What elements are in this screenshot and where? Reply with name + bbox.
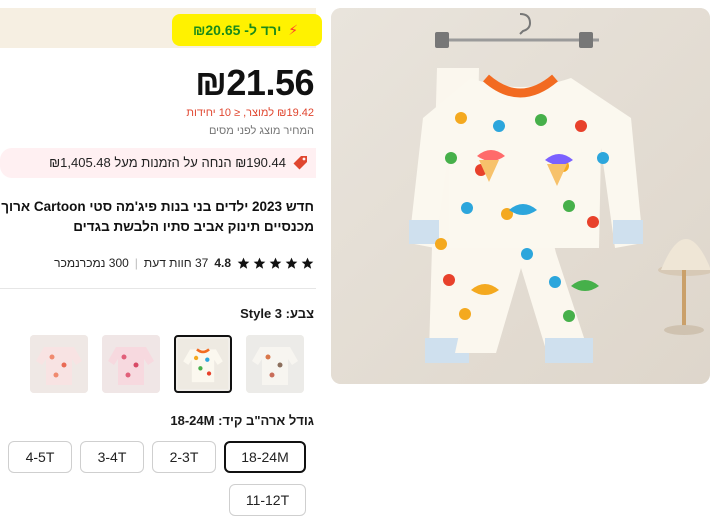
size-label: גודל ארה"ב קיד: 18-24M — [170, 413, 314, 428]
size-option[interactable]: 3-4T — [80, 441, 144, 473]
star-icon — [301, 257, 314, 269]
color-swatch[interactable] — [246, 335, 304, 393]
star-icon — [253, 257, 266, 269]
price-drop-label: ירד ל- ₪20.65 — [193, 22, 282, 38]
size-option-selected[interactable]: 18-24M — [224, 441, 306, 473]
tax-note: המחיר מוצג לפני מסים — [208, 125, 314, 137]
pajama-thumbnail — [102, 335, 160, 393]
lightning-icon: ⚡ — [288, 22, 299, 38]
size-label-text: גודל ארה"ב קיד: — [218, 413, 314, 428]
bulk-price-note: ₪19.42 למוצר, ≤ 10 יחידות — [186, 107, 314, 119]
rating-value: 4.8 — [214, 256, 231, 270]
star-icon — [269, 257, 282, 269]
color-swatch[interactable] — [30, 335, 88, 393]
color-swatches — [30, 335, 306, 395]
coupon-text: ₪190.44 הנחה על הזמנות מעל ₪1,405.48 — [49, 155, 286, 170]
size-option[interactable]: 2-3T — [152, 441, 216, 473]
pajama-set-photo — [331, 8, 710, 384]
tag-icon — [293, 156, 307, 170]
star-rating[interactable] — [237, 257, 314, 270]
divider — [0, 288, 316, 289]
product-info-panel: ירד ל- ₪20.65 ⚡ ₪21.56 ₪19.42 למוצר, ≤ 1… — [0, 0, 322, 520]
size-option[interactable]: 11-12T — [229, 484, 306, 516]
price-drop-text: ירד ל- ₪20.65 ⚡ — [193, 22, 298, 39]
product-title-line: מכנסיים תינוק אביב סתיו הלבשת בגדים — [73, 219, 314, 234]
product-main-image[interactable] — [331, 8, 710, 384]
color-selected-value: Style 3 — [240, 306, 283, 321]
sold-count: 300 נמכרנמכר — [54, 256, 129, 270]
color-label: צבע: Style 3 — [240, 306, 314, 321]
size-option[interactable]: 4-5T — [8, 441, 72, 473]
pajama-thumbnail — [178, 339, 228, 389]
color-swatch[interactable] — [102, 335, 160, 393]
product-title: חדש 2023 ילדים בני בנות פיג'מה סטי Carto… — [0, 197, 314, 237]
separator: | — [134, 256, 138, 270]
review-count[interactable]: 37 חוות דעת — [144, 256, 208, 270]
size-selected-value: 18-24M — [170, 413, 215, 428]
current-price: ₪21.56 — [195, 62, 314, 103]
pajama-thumbnail — [30, 335, 88, 393]
star-icon — [285, 257, 298, 269]
product-title-line: חדש 2023 ילדים בני בנות פיג'מה סטי Carto… — [1, 199, 314, 214]
color-label-text: צבע: — [285, 306, 314, 321]
coupon-banner[interactable]: ₪190.44 הנחה על הזמנות מעל ₪1,405.48 — [0, 148, 316, 178]
pajama-thumbnail — [246, 335, 304, 393]
price-drop-banner: ירד ל- ₪20.65 ⚡ — [0, 8, 322, 48]
color-swatch-selected[interactable] — [174, 335, 232, 393]
rating-row: 4.8 37 חוות דעת | 300 נמכרנמכר — [54, 254, 314, 272]
star-icon — [237, 257, 250, 269]
